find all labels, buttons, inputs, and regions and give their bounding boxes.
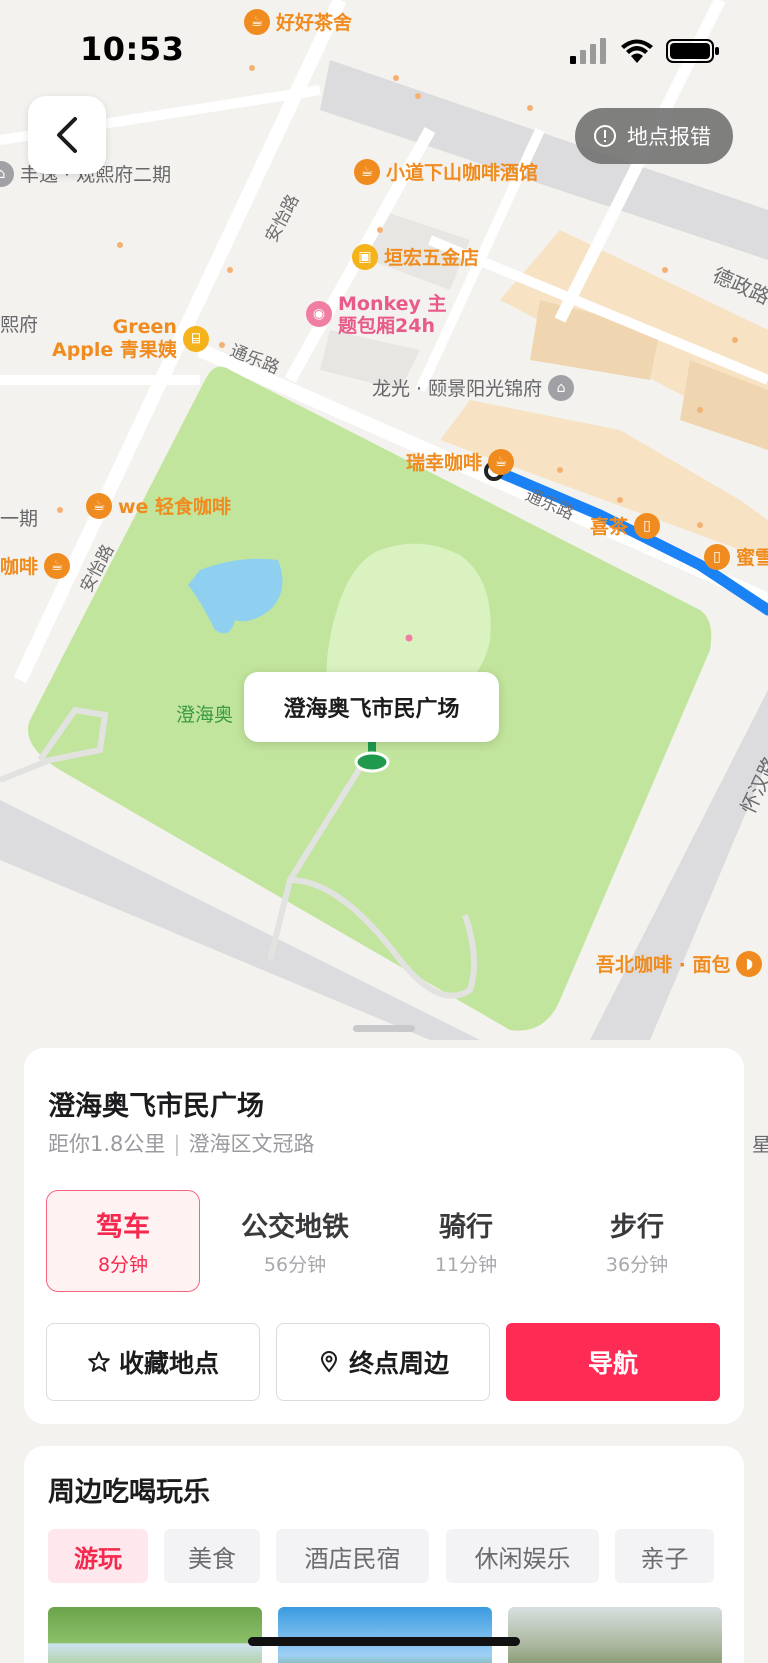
poi-label: 瑞幸咖啡 [406,452,483,474]
coffee-icon: ☕ [86,492,112,519]
chip-hotel[interactable]: 酒店民宿 [276,1529,429,1583]
status-icons [570,38,720,64]
poi-xicha[interactable]: 喜茶 ▯ [590,512,666,539]
status-bar: 10:53 [0,0,768,100]
destination-nearby-button[interactable]: 终点周边 [276,1323,490,1401]
poi-label: 题包厢24h [338,315,435,337]
poi-wubei[interactable]: 吾北咖啡 · 面包 ◗ [596,950,768,977]
chevron-left-icon [57,117,77,153]
poi-luckin[interactable]: 瑞幸咖啡 ☕ [406,448,520,475]
favorite-button[interactable]: 收藏地点 [46,1323,260,1401]
place-distance: 距你1.8公里 [48,1132,166,1156]
travel-mode-tabs: 驾车 8分钟 公交地铁 56分钟 骑行 11分钟 步行 36分钟 [46,1190,730,1292]
poi-label: Green [112,316,177,338]
chip-food[interactable]: 美食 [164,1529,260,1583]
destination-nearby-label: 终点周边 [348,1349,449,1378]
poi-right-star: 星 [752,1130,768,1157]
place-address: 澄海区文冠路 [188,1132,315,1156]
cup-icon: ▯ [704,543,730,570]
nearby-thumbnail[interactable] [48,1607,262,1663]
poi-left-coffee[interactable]: 咖啡 ☕ [0,552,76,579]
mode-tab-drive[interactable]: 驾车 8分钟 [46,1190,200,1292]
separator: | [173,1132,181,1156]
battery-icon [666,39,719,63]
poi-monkey[interactable]: ◉ Monkey 主 题包厢24h [300,293,447,337]
coffee-icon: ☕ [354,158,380,185]
poi-left-yiqi: 一期 [0,504,38,531]
action-buttons: 收藏地点 终点周边 导航 [46,1323,730,1401]
coffee-icon: ☕ [44,552,71,579]
poi-label: 星 [752,1134,768,1156]
poi-green-apple[interactable]: Green Apple 青果姨 ⌸ [52,316,215,362]
destination-callout[interactable]: 澄海奥飞市民广场 [244,672,499,742]
mode-tab-transit[interactable]: 公交地铁 56分钟 [218,1190,372,1292]
wifi-icon [621,39,653,63]
poi-label: 蜜雪 [736,547,768,569]
mode-label: 步行 [610,1212,664,1243]
mode-time: 11分钟 [434,1254,498,1276]
poi-label: 小道下山咖啡酒馆 [386,162,539,184]
mode-time: 8分钟 [97,1254,149,1276]
cup-icon: ▯ [634,512,661,539]
place-subtitle: 距你1.8公里 | 澄海区文冠路 [48,1128,314,1158]
poi-label: we 轻食咖啡 [118,496,232,518]
poi-mixue[interactable]: ▯ 蜜雪 [698,543,768,570]
house-icon: ⌂ [548,374,575,401]
mode-tab-walk[interactable]: 步行 36分钟 [560,1190,714,1292]
poi-park-label: 澄海奥 [176,700,233,727]
poi-label: 吾北咖啡 · 面包 [596,954,731,976]
poi-label: 垣宏五金店 [384,247,480,269]
mode-label: 公交地铁 [241,1212,349,1243]
poi-xiaodao-coffee[interactable]: ☕ 小道下山咖啡酒馆 [348,158,538,185]
poi-label: 熙府 [0,314,39,336]
poi-label: 龙光 · 颐景阳光锦府 [372,378,543,400]
mode-label: 骑行 [439,1212,493,1243]
status-time: 10:53 [80,30,185,68]
shopping-bag-icon: ▣ [352,243,378,270]
chip-leisure[interactable]: 休闲娱乐 [446,1529,599,1583]
chip-play[interactable]: 游玩 [48,1529,148,1583]
star-icon [88,1351,110,1372]
poi-label: 澄海奥 [176,704,234,726]
coffee-icon: ☕ [488,448,515,475]
poi-we-coffee[interactable]: ☕ we 轻食咖啡 [80,492,231,519]
poi-label: Apple 青果姨 [52,339,177,361]
mode-tab-bike[interactable]: 骑行 11分钟 [389,1190,543,1292]
nearby-card: 周边吃喝玩乐 游玩 美食 酒店民宿 休闲娱乐 亲子 [24,1446,744,1663]
basket-icon: ⌸ [182,326,209,352]
mode-time: 56分钟 [263,1254,327,1276]
nearby-title: 周边吃喝玩乐 [48,1477,210,1508]
nearby-thumbnail[interactable] [278,1607,492,1663]
house-icon: ⌂ [0,160,14,187]
donut-icon: ◉ [306,301,332,327]
poi-yuanhong-hardware[interactable]: ▣ 垣宏五金店 [346,243,479,270]
back-button[interactable] [28,96,106,174]
home-indicator [248,1637,520,1646]
mode-label: 驾车 [96,1212,150,1243]
report-error-button[interactable]: 地点报错 [575,108,733,164]
chip-family[interactable]: 亲子 [615,1529,714,1583]
place-title: 澄海奥飞市民广场 [48,1091,264,1122]
cellular-signal-icon [570,38,606,64]
favorite-label: 收藏地点 [118,1349,219,1378]
info-circle-icon [594,125,616,147]
poi-longguang[interactable]: 龙光 · 颐景阳光锦府 ⌂ [372,374,580,401]
location-pin-icon [320,1351,337,1373]
poi-label: Monkey 主 [338,293,447,315]
mode-time: 36分钟 [605,1254,669,1276]
croissant-icon: ◗ [736,950,763,977]
place-card: 澄海奥飞市民广场 距你1.8公里 | 澄海区文冠路 驾车 8分钟 公交地铁 56分钟… [24,1048,744,1424]
report-error-label: 地点报错 [627,125,711,149]
sheet-drag-handle[interactable] [353,1025,415,1032]
poi-label: 一期 [0,508,39,530]
nearby-thumbnail[interactable] [508,1607,722,1663]
poi-label: 咖啡 [0,556,39,578]
poi-label: 喜茶 [590,516,629,538]
navigate-button[interactable]: 导航 [506,1323,720,1401]
poi-left-fu: 熙府 [0,310,38,337]
